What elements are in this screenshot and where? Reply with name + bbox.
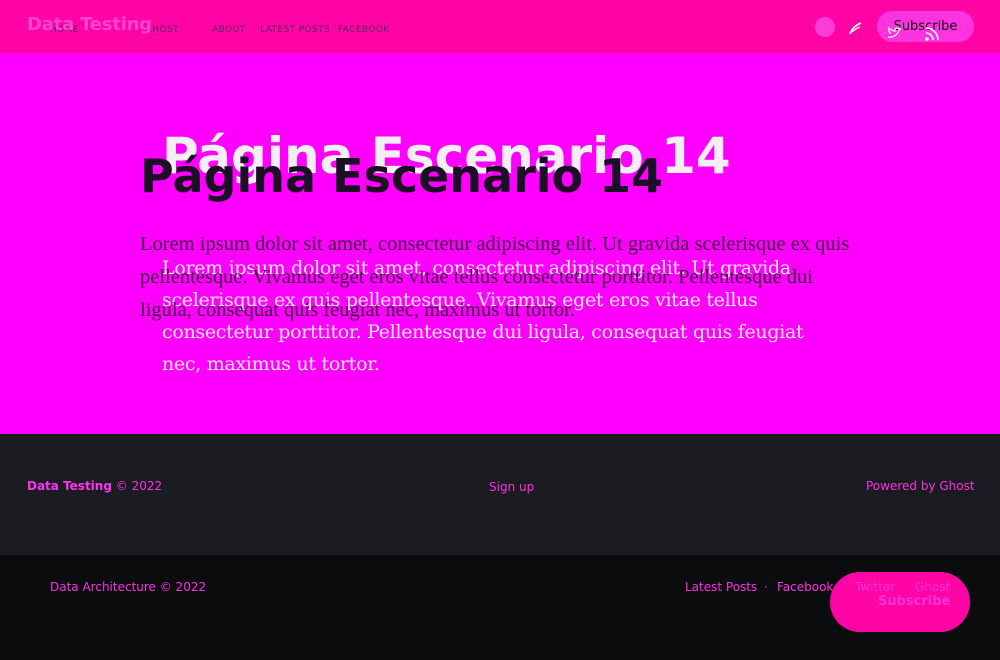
footer-link-twitter[interactable]: Twitter [855, 580, 895, 594]
rss-icon[interactable] [924, 25, 941, 42]
nav-facebook[interactable]: Facebook [338, 25, 390, 35]
nav-about[interactable]: About [212, 25, 245, 35]
footer-signup-link[interactable]: Sign up [489, 480, 534, 494]
footer-brand-link[interactable]: Data Testing [27, 479, 112, 493]
footer-powered-by[interactable]: Powered by Ghost [866, 479, 975, 493]
floating-subscribe-label: Subscribe [878, 594, 951, 609]
facebook-icon[interactable] [847, 20, 864, 37]
footer-separator: · [904, 580, 908, 594]
page-title: Página Escenario 14 [140, 149, 664, 203]
footer-separator: · [764, 580, 768, 594]
footer-copyright: Data Testing © 2022 [27, 479, 162, 493]
search-icon[interactable] [815, 17, 835, 37]
site-brand[interactable]: Data Testing [27, 14, 152, 35]
secondary-copyright: Data Architecture © 2022 [50, 580, 207, 594]
site-footer [0, 434, 1000, 555]
page-body: Lorem ipsum dolor sit amet, consectetur … [140, 233, 850, 321]
footer-year: © 2022 [115, 479, 163, 493]
twitter-icon[interactable] [886, 25, 903, 42]
footer-link-facebook[interactable]: Facebook [777, 580, 833, 594]
nav-latest-posts[interactable]: Latest Posts [260, 25, 330, 35]
footer-link-ghost[interactable]: Ghost [915, 580, 950, 594]
footer-link-latest-posts[interactable]: Latest Posts [685, 580, 757, 594]
